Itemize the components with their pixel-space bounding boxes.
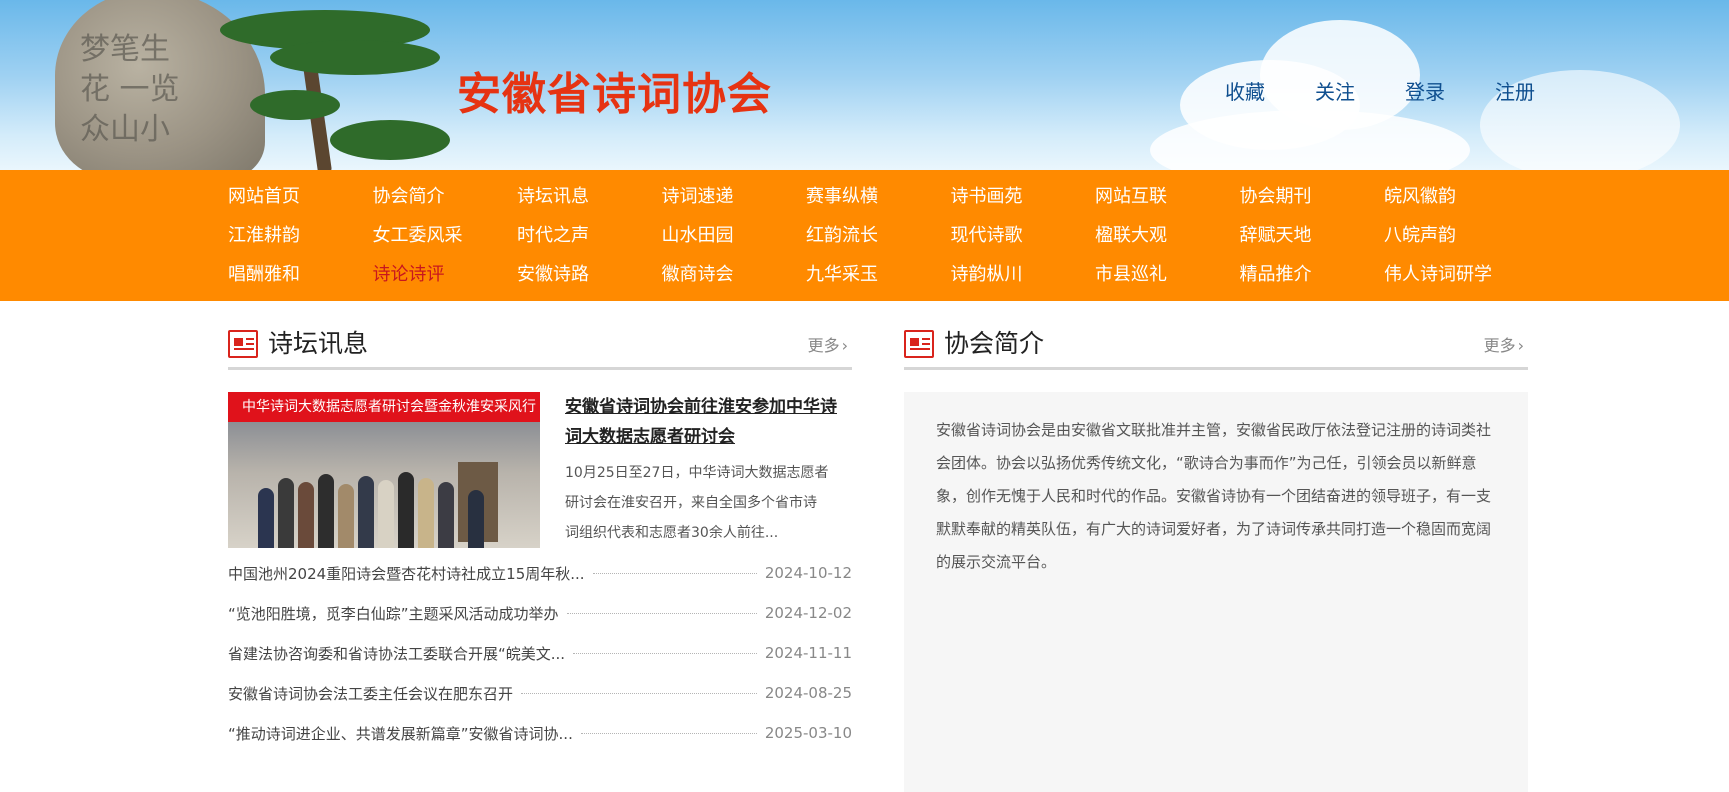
nav-item[interactable]: 诗论诗评 <box>373 255 518 294</box>
photo-person <box>438 482 454 548</box>
photo-person <box>418 478 434 548</box>
site-logo-title[interactable]: 安徽省诗词协会 <box>457 58 772 120</box>
news-item-date: 2025-03-10 <box>764 724 852 742</box>
nav-grid: 网站首页 协会简介 诗坛讯息 诗词速递 赛事纵横 诗书画苑 网站互联 协会期刊 皖风徽韵江淮耕韵… <box>228 177 1528 294</box>
nav-item[interactable]: 徽商诗会 <box>662 255 807 294</box>
photo-person <box>278 478 294 548</box>
featured-news-summary: 10月25日至27日，中华诗词大数据志愿者研讨会在淮安召开，来自全国多个省市诗词… <box>565 465 829 541</box>
nav-item[interactable]: 伟人诗词研学 <box>1384 255 1529 294</box>
photo-person <box>398 472 414 548</box>
photo-person <box>358 476 374 548</box>
chevron-right-icon: › <box>1517 336 1524 355</box>
nav-item[interactable]: 网站首页 <box>228 177 373 216</box>
nav-item[interactable]: 诗词速递 <box>662 177 807 216</box>
photo-person <box>258 488 274 548</box>
nav-item[interactable]: 红韵流长 <box>806 216 951 255</box>
top-links: 收藏 关注 登录 注册 <box>1200 76 1560 105</box>
nav-item[interactable]: 安徽诗路 <box>517 255 662 294</box>
news-item-date: 2024-10-12 <box>764 564 852 582</box>
photo-background <box>228 422 540 548</box>
photo-person <box>468 490 484 548</box>
news-list-item[interactable]: 中国池州2024重阳诗会暨杏花村诗社成立15周年秋... 2024-10-12 <box>228 553 852 593</box>
nav-item[interactable]: 现代诗歌 <box>951 216 1096 255</box>
dotted-leader <box>573 652 757 654</box>
dotted-leader <box>521 692 757 694</box>
news-list: 中国池州2024重阳诗会暨杏花村诗社成立15周年秋... 2024-10-12 “览… <box>228 553 852 753</box>
nav-item[interactable]: 市县巡礼 <box>1095 255 1240 294</box>
nav-item[interactable]: 网站互联 <box>1095 177 1240 216</box>
dotted-leader <box>592 572 757 574</box>
news-item-date: 2024-12-02 <box>764 604 852 622</box>
news-item-title[interactable]: 中国池州2024重阳诗会暨杏花村诗社成立15周年秋... <box>228 563 585 584</box>
photo-person <box>318 474 334 548</box>
intro-section-title: 协会简介 <box>944 329 1045 358</box>
featured-news-title[interactable]: 安徽省诗词协会前往淮安参加中华诗词大数据志愿者研讨会 <box>565 392 840 452</box>
nav-item[interactable]: 精品推介 <box>1240 255 1385 294</box>
news-list-item[interactable]: “推动诗词进企业、共谱发展新篇章”安徽省诗词协... 2025-03-10 <box>228 713 852 753</box>
nav-item[interactable]: 时代之声 <box>517 216 662 255</box>
news-item-title[interactable]: 安徽省诗词协会法工委主任会议在肥东召开 <box>228 683 513 704</box>
dotted-leader <box>580 732 757 734</box>
news-item-date: 2024-08-25 <box>764 684 852 702</box>
more-label: 更多 <box>1483 336 1516 355</box>
nav-item[interactable]: 辞赋天地 <box>1240 216 1385 255</box>
nav-item[interactable]: 唱酬雅和 <box>228 255 373 294</box>
follow-link[interactable]: 关注 <box>1290 76 1380 105</box>
nav-item[interactable]: 女工委风采 <box>373 216 518 255</box>
news-item-date: 2024-11-11 <box>764 644 852 662</box>
newspaper-icon <box>904 330 934 358</box>
news-more-link[interactable]: 更多 › <box>808 332 848 356</box>
nav-item[interactable]: 楹联大观 <box>1095 216 1240 255</box>
nav-item[interactable]: 江淮耕韵 <box>228 216 373 255</box>
pine-branch <box>250 90 340 120</box>
photo-person <box>378 480 394 548</box>
more-label: 更多 <box>807 336 840 355</box>
news-list-item[interactable]: “览池阳胜境，觅李白仙踪”主题采风活动成功举办 2024-12-02 <box>228 593 852 633</box>
news-section-header: 诗坛讯息 更多 › <box>228 328 852 370</box>
dotted-leader <box>566 612 757 614</box>
photo-person <box>298 482 314 548</box>
intro-section-header: 协会简介 更多 › <box>904 328 1528 370</box>
site-header: 梦笔生花 一览众山小 安徽省诗词协会 收藏 关注 登录 注册 <box>0 0 1729 170</box>
intro-text: 安徽省诗词协会是由安徽省文联批准并主管，安徽省民政厅依法登记注册的诗词类社会团体… <box>936 421 1492 571</box>
favorite-link[interactable]: 收藏 <box>1200 76 1290 105</box>
nav-item[interactable]: 协会简介 <box>373 177 518 216</box>
login-link[interactable]: 登录 <box>1380 76 1470 105</box>
newspaper-icon <box>228 330 258 358</box>
nav-item[interactable]: 协会期刊 <box>1240 177 1385 216</box>
nav-item[interactable]: 九华采玉 <box>806 255 951 294</box>
main-navigation: 网站首页 协会简介 诗坛讯息 诗词速递 赛事纵横 诗书画苑 网站互联 协会期刊 皖风徽韵江淮耕韵… <box>0 170 1729 301</box>
nav-item[interactable]: 诗坛讯息 <box>517 177 662 216</box>
pine-branch <box>270 40 440 75</box>
intro-box: 安徽省诗词协会是由安徽省文联批准并主管，安徽省民政厅依法登记注册的诗词类社会团体… <box>904 392 1528 792</box>
nav-item[interactable]: 皖风徽韵 <box>1384 177 1529 216</box>
news-item-title[interactable]: “览池阳胜境，觅李白仙踪”主题采风活动成功举办 <box>228 603 559 624</box>
news-item-title[interactable]: “推动诗词进企业、共谱发展新篇章”安徽省诗词协... <box>228 723 573 744</box>
news-item-title[interactable]: 省建法协咨询委和省诗协法工委联合开展“皖美文... <box>228 643 565 664</box>
nav-item[interactable]: 山水田园 <box>662 216 807 255</box>
image-banner-text: 中华诗词大数据志愿者研讨会暨金秋淮安采风行 <box>228 392 540 422</box>
chevron-right-icon: › <box>841 336 848 355</box>
rock-calligraphy: 梦笔生花 一览众山小 <box>80 32 180 147</box>
nav-item[interactable]: 诗书画苑 <box>951 177 1096 216</box>
pine-branch <box>330 120 450 160</box>
news-section-title: 诗坛讯息 <box>268 329 369 358</box>
nav-item[interactable]: 诗韵枞川 <box>951 255 1096 294</box>
intro-more-link[interactable]: 更多 › <box>1484 332 1524 356</box>
news-list-item[interactable]: 省建法协咨询委和省诗协法工委联合开展“皖美文... 2024-11-11 <box>228 633 852 673</box>
nav-item[interactable]: 八皖声韵 <box>1384 216 1529 255</box>
news-list-item[interactable]: 安徽省诗词协会法工委主任会议在肥东召开 2024-08-25 <box>228 673 852 713</box>
register-link[interactable]: 注册 <box>1470 76 1560 105</box>
photo-person <box>338 484 354 548</box>
nav-item[interactable]: 赛事纵横 <box>806 177 951 216</box>
featured-news-image[interactable]: 中华诗词大数据志愿者研讨会暨金秋淮安采风行 <box>228 392 540 548</box>
